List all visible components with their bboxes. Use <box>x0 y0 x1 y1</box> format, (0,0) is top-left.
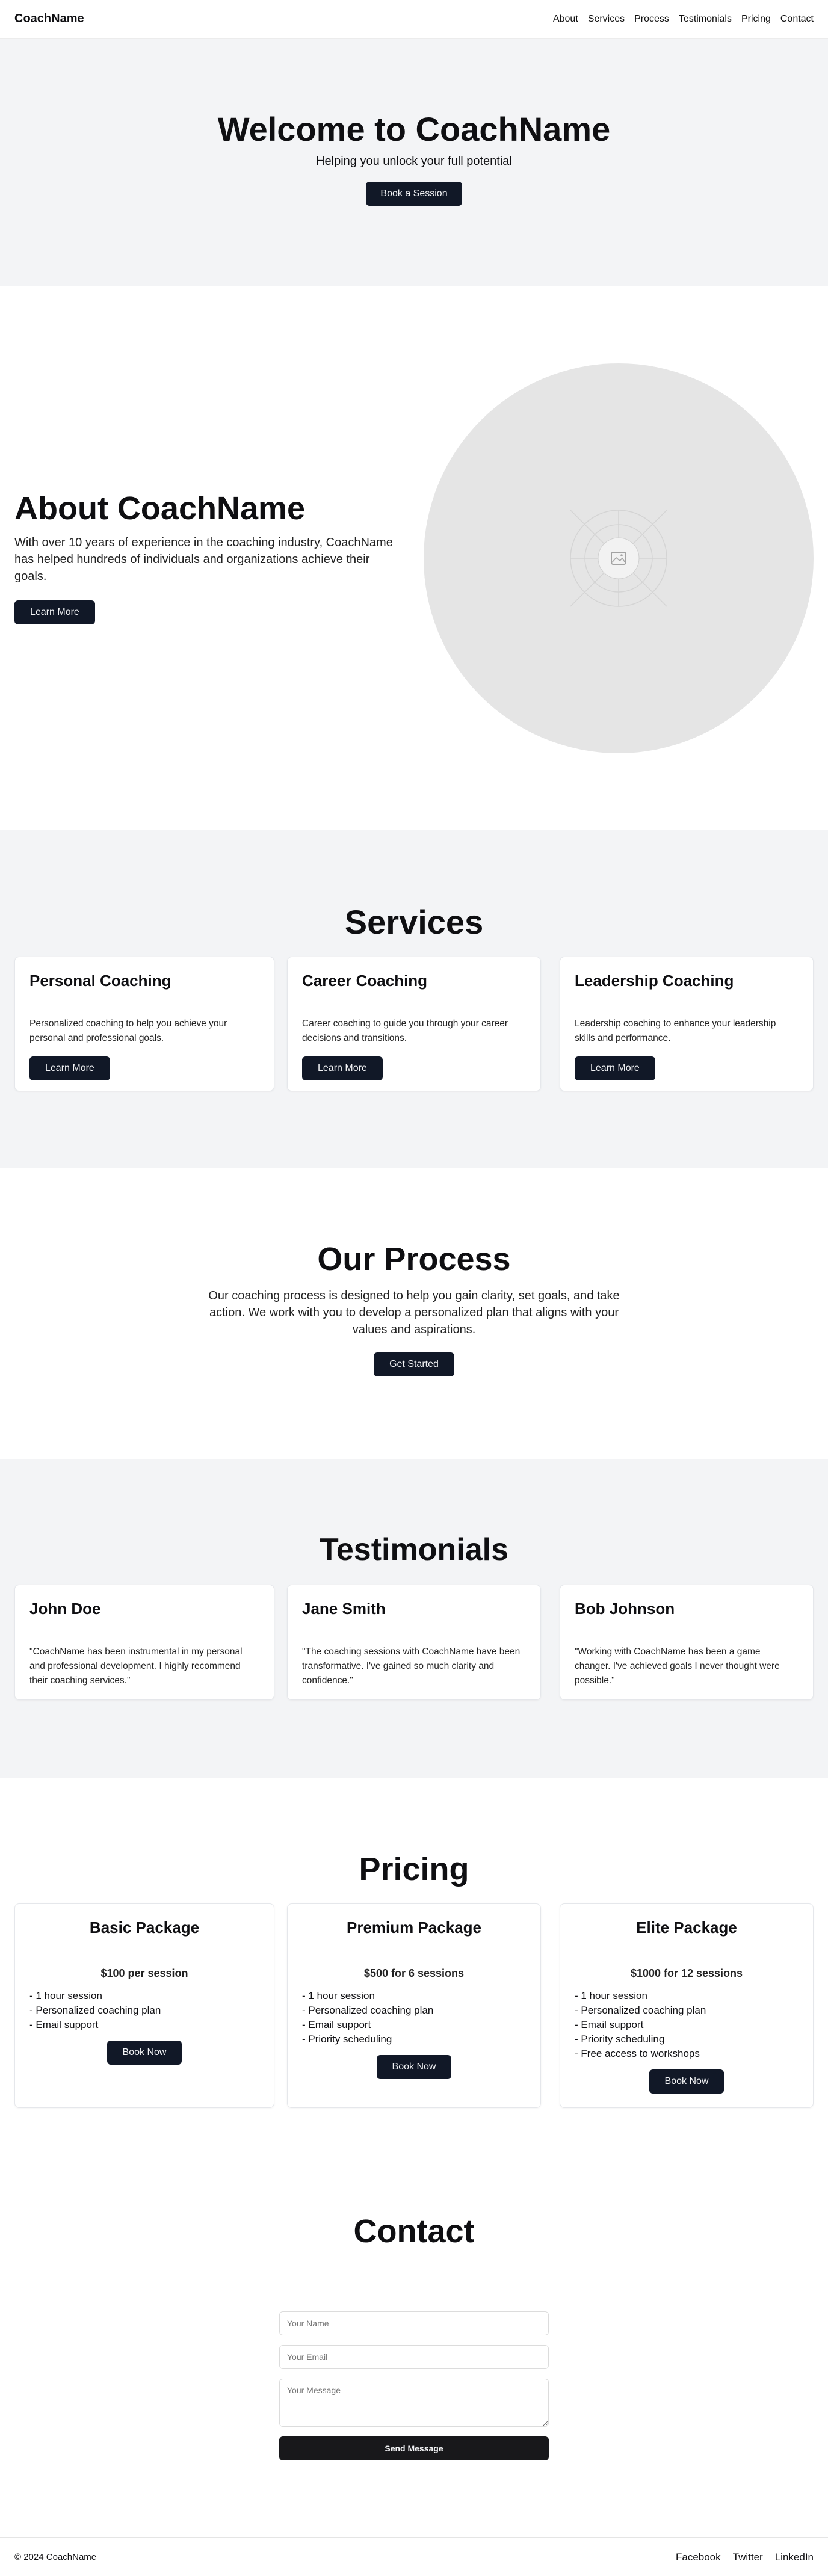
testimonial-card: Jane Smith "The coaching sessions with C… <box>287 1585 541 1700</box>
service-card: Leadership Coaching Leadership coaching … <box>560 957 814 1091</box>
site-header: CoachName About Services Process Testimo… <box>0 0 828 39</box>
service-text: Personalized coaching to help you achiev… <box>29 1018 227 1043</box>
testimonial-name: Jane Smith <box>302 1600 386 1618</box>
nav-process[interactable]: Process <box>634 14 669 25</box>
feature-item: - Email support <box>302 2019 371 2030</box>
site-footer: © 2024 CoachName Facebook Twitter Linked… <box>0 2537 828 2576</box>
pricing-card-premium: Premium Package $500 for 6 sessions - 1 … <box>287 1903 541 2108</box>
process-title: Our Process <box>317 1241 511 1277</box>
service-card: Career Coaching Career coaching to guide… <box>287 957 541 1091</box>
about-section: About CoachName With over 10 years of ex… <box>0 286 828 830</box>
feature-item: - Personalized coaching plan <box>575 2004 706 2016</box>
pricing-card-elite: Elite Package $1000 for 12 sessions - 1 … <box>560 1903 814 2108</box>
message-field[interactable] <box>279 2379 549 2427</box>
feature-item: - Email support <box>29 2019 99 2030</box>
get-started-button[interactable]: Get Started <box>374 1352 454 1376</box>
feature-item: - Free access to workshops <box>575 2048 700 2059</box>
hero-subtitle: Helping you unlock your full potential <box>316 155 512 168</box>
about-learn-more-button[interactable]: Learn More <box>14 600 95 624</box>
testimonial-name: John Doe <box>29 1600 101 1618</box>
nav-services[interactable]: Services <box>588 14 625 25</box>
hero-title: Welcome to CoachName <box>217 110 611 148</box>
book-session-button[interactable]: Book a Session <box>366 182 462 206</box>
testimonial-card: John Doe "CoachName has been instrumenta… <box>14 1585 274 1700</box>
process-text: Our coaching process is designed to help… <box>208 1289 620 1336</box>
service-card: Personal Coaching Personalized coaching … <box>14 957 274 1091</box>
feature-item: - Priority scheduling <box>302 2033 392 2045</box>
service-title: Personal Coaching <box>29 972 171 990</box>
testimonials-section: Testimonials John Doe "CoachName has bee… <box>0 1459 828 1778</box>
feature-list: - 1 hour session - Personalized coaching… <box>29 1989 259 2032</box>
feature-item: - 1 hour session <box>29 1990 102 2001</box>
service-text: Leadership coaching to enhance your lead… <box>575 1018 776 1043</box>
contact-section: Contact Send Message <box>0 2142 828 2537</box>
testimonial-quote: "Working with CoachName has been a game … <box>575 1647 780 1686</box>
book-now-button[interactable]: Book Now <box>376 2055 452 2079</box>
send-message-button[interactable]: Send Message <box>279 2436 549 2460</box>
pricing-card-basic: Basic Package $100 per session - 1 hour … <box>14 1903 274 2108</box>
name-field[interactable] <box>279 2311 549 2335</box>
about-image <box>424 363 814 753</box>
pricing-section: Pricing Basic Package $100 per session -… <box>0 1778 828 2142</box>
feature-item: - 1 hour session <box>575 1990 647 2001</box>
package-price: $1000 for 12 sessions <box>630 1967 743 1979</box>
logo[interactable]: CoachName <box>14 12 84 26</box>
testimonial-quote: "CoachName has been instrumental in my p… <box>29 1647 243 1686</box>
contact-title: Contact <box>353 2213 475 2249</box>
testimonial-name: Bob Johnson <box>575 1600 675 1618</box>
about-title: About CoachName <box>14 490 306 526</box>
main-nav: About Services Process Testimonials Pric… <box>553 14 814 25</box>
feature-list: - 1 hour session - Personalized coaching… <box>575 1989 799 2061</box>
nav-contact[interactable]: Contact <box>780 14 814 25</box>
package-name: Elite Package <box>636 1918 737 1937</box>
book-now-button[interactable]: Book Now <box>107 2041 182 2065</box>
services-section: Services Personal Coaching Personalized … <box>0 830 828 1168</box>
linkedin-link[interactable]: LinkedIn <box>775 2551 814 2563</box>
feature-list: - 1 hour session - Personalized coaching… <box>302 1989 526 2047</box>
package-price: $100 per session <box>100 1967 188 1979</box>
book-now-button[interactable]: Book Now <box>649 2069 724 2094</box>
process-section: Our Process Our coaching process is desi… <box>0 1168 828 1459</box>
twitter-link[interactable]: Twitter <box>733 2551 763 2563</box>
service-learn-more-button[interactable]: Learn More <box>29 1056 110 1080</box>
feature-item: - 1 hour session <box>302 1990 375 2001</box>
feature-item: - Priority scheduling <box>575 2033 665 2045</box>
email-field[interactable] <box>279 2345 549 2369</box>
service-title: Leadership Coaching <box>575 972 734 990</box>
footer-links: Facebook Twitter LinkedIn <box>676 2551 814 2563</box>
testimonials-title: Testimonials <box>319 1532 508 1567</box>
service-learn-more-button[interactable]: Learn More <box>302 1056 383 1080</box>
copyright: © 2024 CoachName <box>14 2552 97 2562</box>
testimonial-quote: "The coaching sessions with CoachName ha… <box>302 1647 521 1686</box>
contact-form: Send Message <box>279 2311 549 2460</box>
service-learn-more-button[interactable]: Learn More <box>575 1056 655 1080</box>
feature-item: - Personalized coaching plan <box>302 2004 434 2016</box>
service-text: Career coaching to guide you through you… <box>302 1018 508 1043</box>
image-placeholder-icon <box>570 510 667 607</box>
feature-item: - Email support <box>575 2019 644 2030</box>
about-text: With over 10 years of experience in the … <box>14 536 393 583</box>
package-name: Premium Package <box>346 1918 481 1937</box>
package-price: $500 for 6 sessions <box>363 1967 465 1979</box>
package-name: Basic Package <box>89 1918 200 1937</box>
services-title: Services <box>344 903 484 941</box>
nav-about[interactable]: About <box>553 14 578 25</box>
testimonial-card: Bob Johnson "Working with CoachName has … <box>560 1585 814 1700</box>
feature-item: - Personalized coaching plan <box>29 2004 161 2016</box>
nav-pricing[interactable]: Pricing <box>741 14 771 25</box>
nav-testimonials[interactable]: Testimonials <box>679 14 732 25</box>
hero-section: Welcome to CoachName Helping you unlock … <box>0 39 828 286</box>
facebook-link[interactable]: Facebook <box>676 2551 721 2563</box>
pricing-title: Pricing <box>359 1851 469 1887</box>
service-title: Career Coaching <box>302 972 428 990</box>
